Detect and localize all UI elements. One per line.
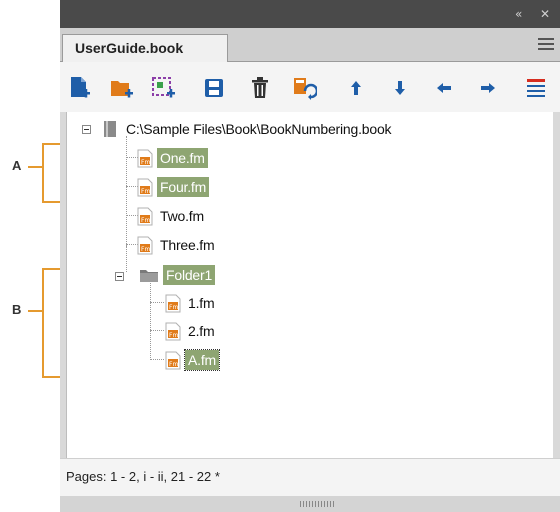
move-right-button[interactable] xyxy=(474,74,502,102)
tree-item-three-fm[interactable]: Fm Three.fm xyxy=(137,234,217,256)
move-left-button[interactable] xyxy=(430,74,458,102)
tree-line xyxy=(150,330,164,331)
tree-item-label: Three.fm xyxy=(160,237,215,253)
move-down-button[interactable] xyxy=(386,74,414,102)
update-book-icon xyxy=(294,78,317,100)
add-file-icon xyxy=(71,77,90,98)
svg-text:Fm: Fm xyxy=(141,159,150,166)
tree-item-label: One.fm xyxy=(157,148,208,168)
panel-bottom-bar xyxy=(60,496,560,512)
move-down-icon xyxy=(395,81,405,95)
callout-a-tick xyxy=(28,166,42,168)
delete-icon xyxy=(252,77,268,98)
fm-document-icon: Fm xyxy=(165,322,181,340)
tree-line xyxy=(150,280,151,360)
collapse-panel-icon[interactable]: « xyxy=(515,7,522,21)
fm-document-icon: Fm xyxy=(165,294,181,312)
move-right-icon xyxy=(481,83,495,93)
tree-item-2-fm[interactable]: Fm 2.fm xyxy=(165,320,217,342)
resize-grip[interactable] xyxy=(300,501,336,507)
close-panel-icon[interactable]: ✕ xyxy=(540,7,550,21)
fm-document-icon: Fm xyxy=(137,178,153,196)
folder-icon xyxy=(140,270,158,282)
add-file-button[interactable] xyxy=(66,74,94,102)
tree-line xyxy=(126,246,127,272)
page-range-status: Pages: 1 - 2, i - ii, 21 - 22 * xyxy=(66,469,220,484)
book-tree: C:\Sample Files\Book\BookNumbering.book … xyxy=(66,112,553,458)
svg-text:Fm: Fm xyxy=(169,361,178,368)
tree-item-label: Four.fm xyxy=(157,177,210,197)
tree-item-a-fm[interactable]: Fm A.fm xyxy=(165,349,220,371)
tab-userguide-book[interactable]: UserGuide.book xyxy=(62,34,228,62)
svg-text:Fm: Fm xyxy=(169,332,178,339)
tree-item-two-fm[interactable]: Fm Two.fm xyxy=(137,205,207,227)
callout-b-label: B xyxy=(12,302,22,317)
tree-folder-label: Folder1 xyxy=(163,265,216,285)
panel-title-bar: « ✕ xyxy=(60,0,560,28)
book-panel: « ✕ UserGuide.book C:\Sample Files\Book\… xyxy=(60,0,560,512)
book-toolbar xyxy=(60,62,560,112)
tree-item-label: 1.fm xyxy=(188,295,215,311)
save-icon xyxy=(205,79,223,97)
fm-document-icon: Fm xyxy=(137,207,153,225)
book-menu-button[interactable] xyxy=(522,74,550,102)
fm-document-icon: Fm xyxy=(137,149,153,167)
add-group-button[interactable] xyxy=(150,74,178,102)
fm-document-icon: Fm xyxy=(137,236,153,254)
fm-document-icon: Fm xyxy=(165,351,181,369)
tree-line xyxy=(126,136,127,246)
move-left-icon xyxy=(437,83,451,93)
status-bar: Pages: 1 - 2, i - ii, 21 - 22 * xyxy=(60,458,560,496)
book-file-icon xyxy=(104,121,116,137)
book-menu-icon xyxy=(527,79,545,97)
tree-item-label: A.fm xyxy=(184,349,220,371)
add-folder-icon xyxy=(111,81,133,98)
add-folder-button[interactable] xyxy=(108,74,136,102)
svg-text:Fm: Fm xyxy=(141,246,150,253)
delete-button[interactable] xyxy=(246,74,274,102)
tree-line xyxy=(150,302,164,303)
tab-strip: UserGuide.book xyxy=(60,28,560,62)
move-up-icon xyxy=(351,81,361,95)
callout-a-label: A xyxy=(12,158,22,173)
tree-item-one-fm[interactable]: Fm One.fm xyxy=(137,147,208,169)
tree-item-1-fm[interactable]: Fm 1.fm xyxy=(165,292,217,314)
tree-line xyxy=(150,359,164,360)
callout-b-tick xyxy=(28,310,42,312)
svg-text:Fm: Fm xyxy=(169,304,178,311)
book-path-label: C:\Sample Files\Book\BookNumbering.book xyxy=(126,121,392,137)
collapse-book-toggle[interactable] xyxy=(82,125,91,134)
panel-menu-icon[interactable] xyxy=(538,38,554,50)
move-up-button[interactable] xyxy=(342,74,370,102)
tree-item-label: 2.fm xyxy=(188,323,215,339)
tree-item-label: Two.fm xyxy=(160,208,204,224)
collapse-folder-toggle[interactable] xyxy=(115,272,124,281)
svg-text:Fm: Fm xyxy=(141,217,150,224)
svg-text:Fm: Fm xyxy=(141,188,150,195)
add-group-icon xyxy=(152,77,175,98)
save-button[interactable] xyxy=(200,74,228,102)
tree-item-four-fm[interactable]: Fm Four.fm xyxy=(137,176,210,198)
book-root-row[interactable]: C:\Sample Files\Book\BookNumbering.book xyxy=(103,118,394,140)
update-book-button[interactable] xyxy=(290,74,318,102)
tree-folder-folder1[interactable]: Folder1 xyxy=(139,264,216,286)
